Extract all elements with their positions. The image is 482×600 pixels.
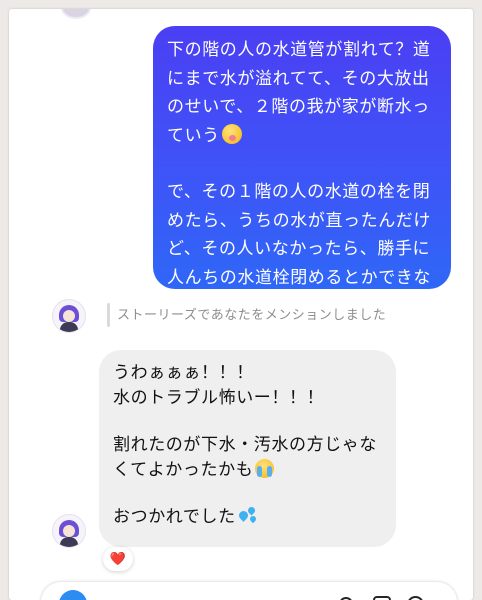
mention-divider <box>107 303 110 327</box>
received-line-2: 水のトラブル怖いー！！！ <box>113 387 325 408</box>
gallery-icon[interactable] <box>373 596 391 600</box>
crying-face-emoji-icon <box>255 458 275 478</box>
received-line-1: うわぁぁぁ！！！ <box>113 363 254 383</box>
heart-reaction[interactable]: ❤️ <box>103 547 133 571</box>
received-message-bubble[interactable]: うわぁぁぁ！！！ 水のトラブル怖いー！！！ 割れたのが下水・汚水の方じゃな くて… <box>99 350 396 547</box>
sender-avatar[interactable] <box>52 514 86 548</box>
contact-avatar[interactable] <box>52 299 86 333</box>
sweat-droplets-emoji-icon <box>236 505 258 524</box>
received-line-3: 割れたのが下水・汚水の方じゃな <box>113 435 377 455</box>
heart-icon: ❤️ <box>109 551 127 567</box>
sent-message-bubble[interactable]: 下の階の人の水道管が割れて？道にまで水が溢れてて、その大放出のせいで、２階の我が… <box>153 26 451 316</box>
story-mention-row: ストーリーズであなたをメンションしました <box>9 299 473 339</box>
drooling-face-emoji-icon <box>221 123 242 144</box>
received-line-4: くてよかったかも <box>113 459 254 480</box>
avatar <box>61 9 91 19</box>
sent-message-paragraph-1: 下の階の人の水道管が割れて？道にまで水が溢れてて、その大放出のせいで、２階の我が… <box>167 40 431 146</box>
chat-screen: 下の階の人の水道管が割れて？道にまで水が溢れてて、その大放出のせいで、２階の我が… <box>9 9 473 600</box>
story-mention-text[interactable]: ストーリーズであなたをメンションしました <box>117 304 386 323</box>
received-line-5: おつかれでした <box>113 507 236 527</box>
message-composer[interactable] <box>41 582 457 600</box>
